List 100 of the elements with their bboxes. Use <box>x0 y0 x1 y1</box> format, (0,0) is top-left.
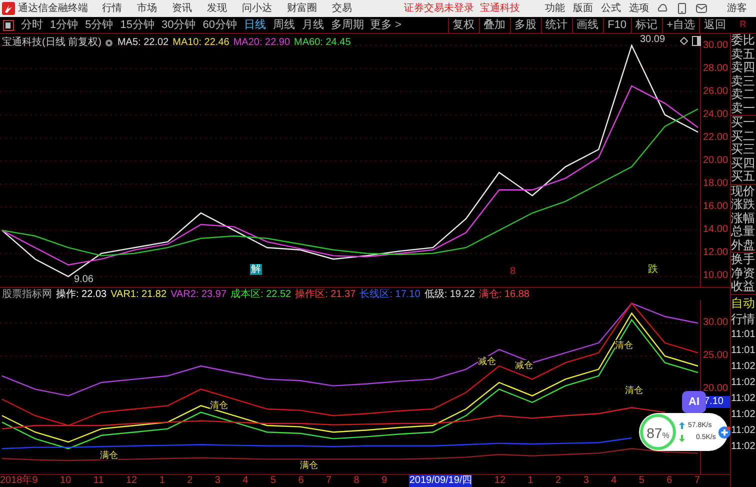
quote-label: 买二 <box>731 130 756 143</box>
app-logo-icon <box>2 2 15 15</box>
toolbar-button[interactable]: 返回 <box>699 18 730 32</box>
date-label: 12 <box>126 475 138 487</box>
trade-time: 11:02 <box>731 376 756 390</box>
signal-marker: 跌 <box>648 264 658 275</box>
price-marker: 9.06 <box>74 274 94 285</box>
plus-badge-icon[interactable] <box>718 426 731 438</box>
ai-button[interactable]: AI <box>682 391 706 413</box>
menu-item[interactable]: 发现 <box>207 2 227 14</box>
date-label: 2 <box>187 475 193 487</box>
app-title: 通达信金融终端 <box>18 2 88 14</box>
toolbar-button[interactable]: 标记 <box>630 18 662 32</box>
signal-label: 清仓 <box>615 340 633 350</box>
period-tab[interactable]: 多周期 <box>328 16 367 34</box>
signal-marker: 解 <box>250 264 262 275</box>
menu-item[interactable]: 资讯 <box>172 2 192 14</box>
login-status[interactable]: 证券交易未登录 <box>404 2 474 14</box>
trade-time: 11:02 <box>731 408 756 422</box>
toolbar-button[interactable]: 叠加 <box>478 18 510 32</box>
period-tab[interactable]: 周线 <box>270 16 298 34</box>
cloud-icon[interactable] <box>657 3 668 14</box>
percent-unit: % <box>662 430 670 442</box>
menu-item[interactable]: 版面 <box>573 2 593 14</box>
indicator-value: 低级: 19.22 <box>424 288 475 302</box>
settings-icon[interactable] <box>105 38 114 46</box>
price-marker: 30.09 <box>640 34 666 45</box>
date-label: 4 <box>242 475 248 487</box>
date-label: 10 <box>60 475 72 487</box>
more-periods-tab[interactable]: 更多 > <box>367 16 404 34</box>
quote-label: 卖二 <box>731 88 756 102</box>
quote-label: 现价 <box>731 184 756 198</box>
toolbar-button[interactable]: F10 <box>602 18 631 32</box>
axis-label: 30.00 <box>703 40 728 51</box>
quote-label: 买五 <box>731 170 756 184</box>
date-label: 4 <box>611 475 617 487</box>
menu-item[interactable]: 公式 <box>601 2 621 14</box>
trade-time: 11:02 <box>731 424 756 438</box>
toolbar-button[interactable]: 多股 <box>510 18 541 32</box>
stock-link[interactable]: 宝通科技 <box>480 2 520 14</box>
period-tab[interactable]: 分时 <box>18 16 46 34</box>
date-label: 8 <box>354 475 360 487</box>
indicator-value: VAR2: 23.97 <box>170 288 227 302</box>
quote-tab[interactable]: 行情 <box>731 310 756 326</box>
trade-time: 11:01 <box>731 328 756 342</box>
indicator-value: 操作区: 21.37 <box>295 288 356 302</box>
menu-item[interactable]: 财富圈 <box>287 2 317 14</box>
toolbar-button[interactable]: 复权 <box>448 18 479 32</box>
axis-label: 28.00 <box>703 64 728 74</box>
menu-item[interactable]: 问小达 <box>242 2 272 14</box>
date-label: 2019/09/19/四 <box>409 475 472 487</box>
user-name[interactable]: 游客 <box>727 2 747 14</box>
period-tab[interactable]: 日线 <box>241 16 269 34</box>
envelope-icon[interactable] <box>696 4 707 13</box>
quote-label: 换手 <box>731 252 756 266</box>
trade-time: 11:01 <box>731 344 756 358</box>
axis-label: 24.00 <box>703 110 728 120</box>
quote-label: 收益 <box>731 280 756 294</box>
quote-tab[interactable]: 自动 <box>731 294 756 310</box>
phone-icon[interactable] <box>678 3 686 14</box>
period-tab[interactable]: 15分钟 <box>117 16 158 34</box>
axis-label: 20.00 <box>703 384 728 394</box>
quote-label: 买三 <box>731 143 756 156</box>
chart-title: 宝通科技(日线 前复权) <box>2 36 102 50</box>
period-tab[interactable]: 5分钟 <box>82 16 116 34</box>
period-tab[interactable]: 60分钟 <box>200 16 240 34</box>
indicator-value: 长线区: 17.10 <box>360 288 420 302</box>
quote-label: 涨跌 <box>731 198 756 212</box>
toolbar-button[interactable]: +自选 <box>662 18 699 32</box>
diamond-icon[interactable] <box>680 37 688 45</box>
trade-time: 11:02 <box>731 440 756 454</box>
panel-toggle-icon[interactable] <box>3 20 14 30</box>
period-tab[interactable]: 30分钟 <box>158 16 199 34</box>
indicator-value: 成本区: 22.52 <box>230 288 292 302</box>
moving-average-value: MA60: 24.45 <box>294 36 351 50</box>
menu-item[interactable]: 交易 <box>332 2 352 14</box>
corner-label: R <box>738 18 748 32</box>
axis-label: 12.00 <box>703 248 728 258</box>
date-label: 3 <box>583 475 589 487</box>
quote-label: 买一 <box>731 115 756 130</box>
period-tab[interactable]: 1分钟 <box>47 16 82 34</box>
date-label: 6 <box>666 475 672 487</box>
indicator-value: 操作: 22.03 <box>56 288 107 302</box>
quote-label: 卖四 <box>731 61 756 74</box>
period-tab[interactable]: 月线 <box>299 16 327 34</box>
menu-item[interactable]: 功能 <box>545 2 565 14</box>
down-arrow-icon <box>679 434 685 442</box>
quote-label: 涨幅 <box>731 212 756 225</box>
toolbar-button[interactable]: 画线 <box>572 18 603 32</box>
axis-label: 20.00 <box>703 156 728 166</box>
quote-label: 委比 <box>731 34 756 48</box>
menu-item[interactable]: 行情 <box>102 2 122 14</box>
quote-label: 买四 <box>731 156 756 170</box>
axis-label: 30.00 <box>703 318 728 328</box>
menu-item[interactable]: 选项 <box>629 2 649 14</box>
menu-item[interactable]: 市场 <box>137 2 157 14</box>
toolbar-button[interactable]: 统计 <box>540 18 572 32</box>
side-panel-icon[interactable] <box>692 36 701 46</box>
signal-label: 减仓 <box>478 356 496 366</box>
moving-average-value: MA10: 22.46 <box>172 36 230 50</box>
